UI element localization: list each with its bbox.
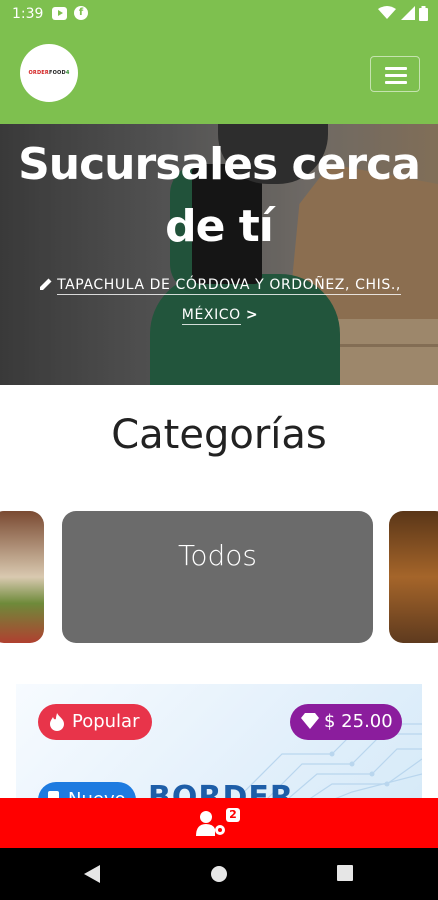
- back-icon[interactable]: [84, 865, 100, 883]
- logo-text-part3: 4: [65, 70, 70, 76]
- location-selector[interactable]: TAPACHULA DE CÓRDOVA Y ORDOÑEZ, CHIS., M…: [20, 270, 420, 330]
- price-badge: $ 25.00: [290, 704, 402, 740]
- chevron-right-icon: >: [245, 307, 259, 323]
- location-text-line1: TAPACHULA DE CÓRDOVA Y ORDOÑEZ, CHIS.,: [57, 277, 401, 295]
- hero-banner: Sucursales cerca de tí TAPACHULA DE CÓRD…: [0, 124, 438, 385]
- popular-badge: Popular: [38, 704, 152, 740]
- location-text-line2: MÉXICO: [181, 307, 241, 325]
- diamond-icon: [301, 713, 319, 729]
- app-notification-icon: f: [74, 6, 88, 20]
- product-card[interactable]: Popular $ 25.00 Nuevo BORDER: [16, 684, 422, 804]
- notification-count-badge: 2: [226, 808, 240, 822]
- menu-toggle-button[interactable]: [370, 56, 420, 92]
- category-card-next[interactable]: [389, 511, 438, 643]
- hero-title: Sucursales cerca de tí: [18, 139, 421, 252]
- wifi-icon: [378, 6, 397, 19]
- price-badge-label: $ 25.00: [324, 711, 393, 732]
- category-card-previous[interactable]: [0, 511, 44, 643]
- popular-badge-label: Popular: [72, 711, 140, 732]
- category-card-todos[interactable]: Todos: [62, 511, 373, 643]
- categories-title: Categorías: [111, 412, 327, 458]
- youtube-notification-icon: [52, 7, 67, 20]
- logo-text-part1: ORDER: [28, 70, 49, 76]
- fire-icon: [50, 713, 64, 731]
- status-time: 1:39: [12, 6, 44, 22]
- status-bar: 1:39 f: [0, 0, 438, 28]
- system-navigation-bar: [0, 848, 438, 900]
- signal-icon: [400, 6, 415, 20]
- logo-text-part2: FOOD: [48, 70, 66, 76]
- app-header: ORDERFOOD4: [0, 28, 438, 124]
- recents-icon[interactable]: [337, 865, 353, 881]
- bottom-action-bar[interactable]: 2: [0, 798, 438, 848]
- battery-icon: [419, 5, 428, 21]
- brand-logo[interactable]: ORDERFOOD4: [20, 44, 78, 102]
- pencil-icon: [40, 278, 52, 290]
- category-label: Todos: [178, 539, 257, 572]
- user-gear-icon: [196, 811, 225, 836]
- home-icon[interactable]: [210, 865, 228, 883]
